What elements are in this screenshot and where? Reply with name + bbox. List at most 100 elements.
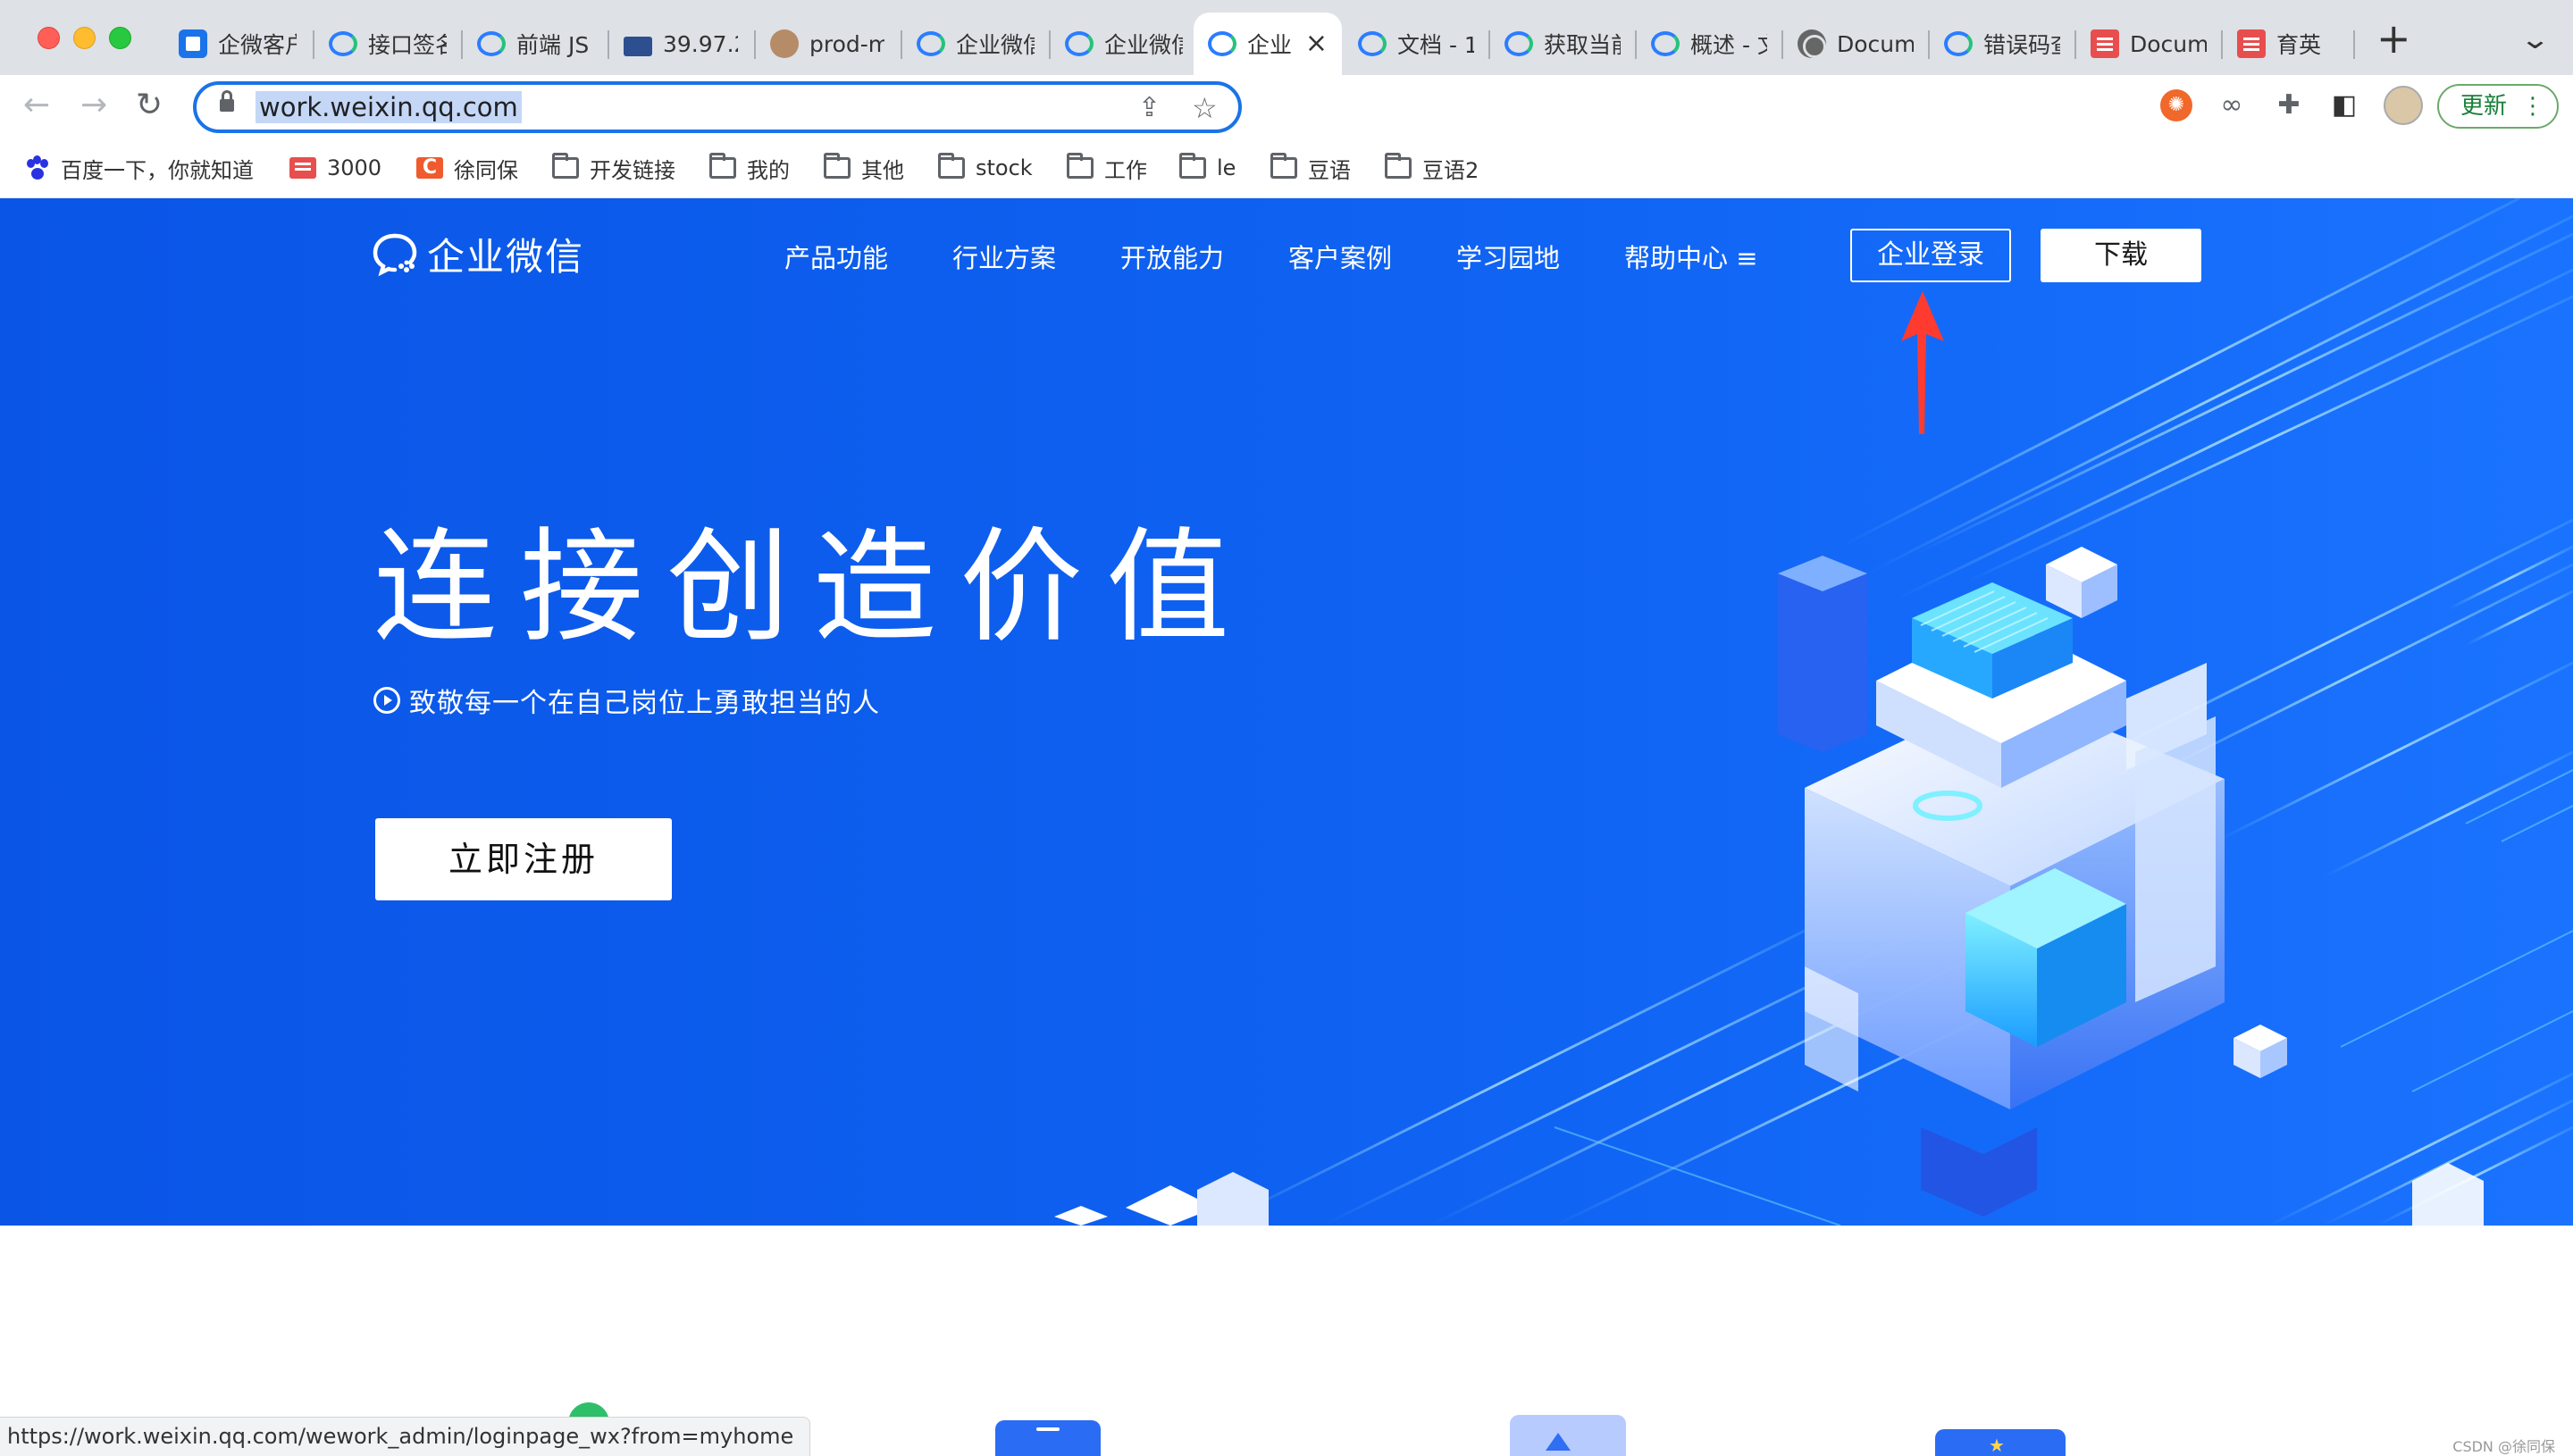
bookmark-folder-dev-links[interactable]: 开发链接 bbox=[552, 150, 675, 186]
red-book-icon bbox=[289, 157, 316, 179]
red-book-icon bbox=[2091, 29, 2119, 58]
address-bar[interactable]: work.weixin.qq.com ⇪ ☆ bbox=[193, 81, 1242, 133]
tab-1[interactable]: 企微客户 bbox=[164, 13, 311, 75]
tab-11[interactable]: 概述 - 文 bbox=[1637, 13, 1781, 75]
wecom-logo[interactable]: 企业微信 bbox=[370, 229, 584, 279]
tab-label: 企业 bbox=[1247, 32, 1293, 58]
red-book-icon bbox=[2237, 29, 2266, 58]
wecom-icon bbox=[1651, 31, 1680, 56]
star-feature-icon: ★ bbox=[1935, 1429, 2066, 1456]
tab-5[interactable]: prod-m bbox=[756, 13, 899, 75]
forward-arrow-icon[interactable]: → bbox=[80, 86, 107, 125]
tab-search-chevron-icon[interactable]: ⌄ bbox=[2519, 27, 2551, 54]
profile-avatar[interactable] bbox=[2384, 86, 2423, 125]
video-feature-icon bbox=[1510, 1415, 1626, 1456]
tab-label: 企微客户 bbox=[218, 32, 297, 58]
tab-label: prod-m bbox=[809, 30, 884, 57]
bookmark-label: 我的 bbox=[747, 157, 790, 183]
share-icon[interactable]: ⇪ bbox=[1138, 90, 1161, 126]
bookmark-label: 徐同保 bbox=[454, 157, 518, 183]
tab-15[interactable]: 育英 bbox=[2223, 13, 2368, 75]
tab-12[interactable]: Docum bbox=[1783, 13, 1928, 75]
enterprise-login-button[interactable]: 企业登录 bbox=[1850, 229, 2011, 282]
blue-feature-icon bbox=[995, 1420, 1101, 1456]
puzzle-extensions-icon[interactable]: ✚ bbox=[2273, 89, 2305, 121]
tab-10[interactable]: 获取当前 bbox=[1490, 13, 1635, 75]
url-text[interactable]: work.weixin.qq.com bbox=[256, 91, 522, 123]
bookmark-star-icon[interactable]: ☆ bbox=[1192, 90, 1218, 126]
tab-14[interactable]: Docum bbox=[2076, 13, 2221, 75]
tab-label: 前端 JS bbox=[516, 32, 590, 58]
bookmark-folder-douyu[interactable]: 豆语 bbox=[1270, 150, 1351, 186]
csdn-watermark: CSDN @徐同保 bbox=[2452, 1438, 2555, 1455]
tab-2[interactable]: 接口签名 bbox=[314, 13, 461, 75]
play-circle-icon bbox=[373, 687, 400, 714]
tab-label: 企业微信 bbox=[1104, 32, 1183, 58]
blue-app-icon bbox=[179, 29, 207, 58]
tab-label: 获取当前 bbox=[1544, 32, 1621, 58]
bookmark-label: 开发链接 bbox=[590, 157, 675, 183]
update-label: 更新 bbox=[2460, 93, 2508, 120]
new-tab-button[interactable]: + bbox=[2376, 18, 2411, 59]
bookmark-folder-mine[interactable]: 我的 bbox=[709, 150, 790, 186]
bookmark-baidu[interactable]: 百度一下，你就知道 bbox=[25, 150, 254, 186]
tab-3[interactable]: 前端 JS bbox=[463, 13, 606, 75]
tab-9[interactable]: 文档 - 1 bbox=[1344, 13, 1488, 75]
red-arrow-annotation bbox=[1901, 291, 1944, 434]
close-tab-icon[interactable]: × bbox=[1305, 30, 1328, 57]
hero-subtitle[interactable]: 致敬每一个在自己岗位上勇敢担当的人 bbox=[373, 681, 880, 720]
folder-icon bbox=[1385, 153, 1412, 179]
orange-extension-icon[interactable]: ✺ bbox=[2160, 89, 2192, 121]
back-arrow-icon[interactable]: ← bbox=[23, 86, 50, 125]
link-extension-icon[interactable]: ∞ bbox=[2216, 89, 2248, 121]
tab-label: 企业微信 bbox=[956, 32, 1035, 58]
lock-icon[interactable] bbox=[220, 90, 234, 112]
tab-7[interactable]: 企业微信 bbox=[1051, 13, 1197, 75]
globe-icon bbox=[1798, 29, 1826, 58]
bookmark-folder-other[interactable]: 其他 bbox=[824, 150, 904, 186]
nav-product-features[interactable]: 产品功能 bbox=[784, 238, 888, 275]
minimize-window-button[interactable] bbox=[73, 27, 96, 49]
tab-label: 育英 bbox=[2276, 32, 2322, 58]
wecom-icon bbox=[1358, 31, 1387, 56]
tab-strip: 企微客户 接口签名 前端 JS 39.97.2 prod-m 企业微信 bbox=[0, 0, 2573, 75]
nav-customer-cases[interactable]: 客户案例 bbox=[1288, 238, 1392, 275]
reload-icon[interactable]: ↻ bbox=[136, 86, 163, 125]
bookmark-3000[interactable]: 3000 bbox=[289, 150, 381, 186]
baidu-icon bbox=[25, 155, 50, 180]
folder-icon bbox=[1067, 153, 1094, 179]
bookmark-label: 其他 bbox=[861, 157, 904, 183]
more-menu-icon[interactable]: ⋮ bbox=[2521, 86, 2544, 127]
logo-text: 企业微信 bbox=[427, 234, 585, 279]
bookmark-xutongbao[interactable]: C 徐同保 bbox=[416, 150, 518, 186]
tab-13[interactable]: 错误码查 bbox=[1930, 13, 2074, 75]
maximize-window-button[interactable] bbox=[109, 27, 131, 49]
nav-open-capabilities[interactable]: 开放能力 bbox=[1120, 238, 1224, 275]
nav-learning-center[interactable]: 学习园地 bbox=[1456, 238, 1560, 275]
download-button[interactable]: 下载 bbox=[2041, 229, 2201, 282]
bookmark-label: le bbox=[1217, 155, 1236, 180]
wecom-icon bbox=[477, 31, 506, 56]
side-panel-icon[interactable]: ◧ bbox=[2328, 89, 2360, 121]
link-status-bar: https://work.weixin.qq.com/wework_admin/… bbox=[0, 1417, 811, 1456]
tab-label: 文档 - 1 bbox=[1397, 32, 1474, 58]
folder-icon bbox=[824, 153, 851, 179]
bookmark-folder-work[interactable]: 工作 bbox=[1067, 150, 1147, 186]
bookmark-folder-stock[interactable]: stock bbox=[938, 150, 1033, 186]
close-window-button[interactable] bbox=[38, 27, 60, 49]
wecom-icon bbox=[1065, 31, 1094, 56]
bookmark-folder-le[interactable]: le bbox=[1179, 150, 1236, 186]
update-button[interactable]: 更新 ⋮ bbox=[2437, 84, 2559, 129]
tab-8-active[interactable]: 企业 × bbox=[1194, 13, 1342, 75]
register-now-button[interactable]: 立即注册 bbox=[375, 818, 672, 900]
bookmark-folder-douyu2[interactable]: 豆语2 bbox=[1385, 150, 1479, 186]
nav-industry-solutions[interactable]: 行业方案 bbox=[952, 238, 1056, 275]
folder-icon bbox=[1270, 153, 1297, 179]
bookmark-label: 豆语2 bbox=[1422, 157, 1479, 183]
folder-icon bbox=[552, 153, 579, 179]
hero-title: 连接创造价值 bbox=[373, 515, 1253, 659]
tab-6[interactable]: 企业微信 bbox=[902, 13, 1049, 75]
wecom-icon bbox=[917, 31, 945, 56]
nav-help-center[interactable]: 帮助中心 ≡ bbox=[1624, 238, 1758, 275]
tab-4[interactable]: 39.97.2 bbox=[609, 13, 752, 75]
